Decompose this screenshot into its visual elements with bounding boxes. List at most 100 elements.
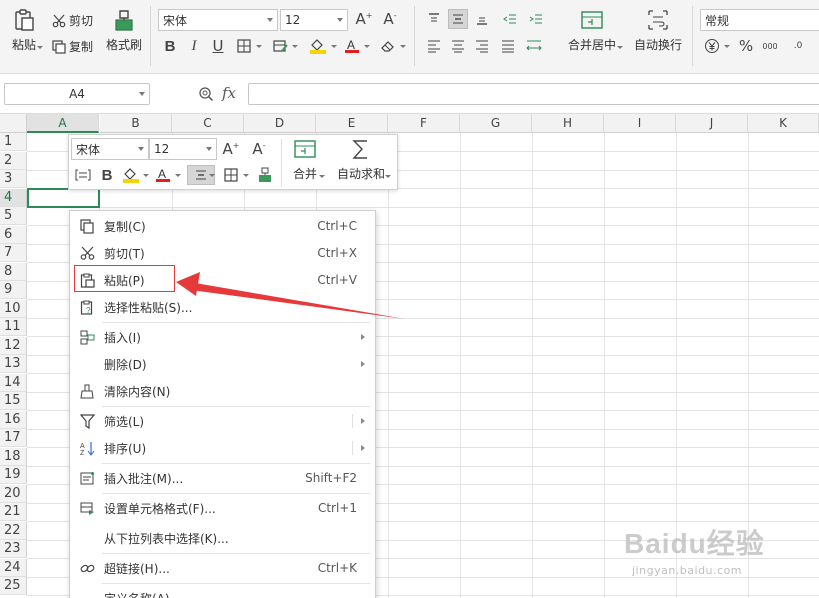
menu-item-sort[interactable]: AZ 排序(U) [70, 435, 375, 461]
menu-item-insert-comment[interactable]: 插入批注(M)... Shift+F2 [70, 465, 375, 491]
name-box[interactable]: A4 [4, 83, 150, 105]
align-middle-button[interactable] [448, 9, 468, 29]
mini-decrease-font-button[interactable]: A- [249, 139, 269, 159]
menu-item-cut[interactable]: 剪切(T) Ctrl+X [70, 240, 375, 266]
menu-item-format-cells[interactable]: 设置单元格格式(F)... Ctrl+1 [70, 495, 375, 521]
row-header-15[interactable]: 15 [0, 392, 27, 410]
mini-autosum-button[interactable]: 自动求和 [331, 129, 391, 182]
menu-item-delete[interactable]: 删除(D) [70, 351, 375, 377]
column-header-f[interactable]: F [388, 114, 460, 133]
mini-bold-button[interactable]: B [97, 165, 117, 185]
align-right-button[interactable] [472, 36, 492, 56]
cell-style-button[interactable] [270, 36, 290, 56]
formula-input[interactable] [248, 83, 819, 105]
row-header-20[interactable]: 20 [0, 484, 27, 503]
menu-item-hyperlink[interactable]: 超链接(H)... Ctrl+K [70, 555, 375, 581]
row-header-1[interactable]: 1 [0, 133, 27, 151]
mini-font-color-button[interactable]: A [153, 165, 173, 185]
column-header-h[interactable]: H [532, 114, 604, 133]
insert-function-button[interactable]: fx [222, 84, 236, 102]
decrease-indent-button[interactable] [500, 9, 520, 29]
menu-item-filter[interactable]: 筛选(L) [70, 408, 375, 434]
mini-format-button[interactable] [73, 165, 93, 185]
cut-button[interactable]: 剪切 [52, 12, 93, 29]
font-name-select[interactable]: 宋体 [158, 9, 278, 31]
menu-item-insert[interactable]: 插入(I) [70, 324, 375, 350]
merge-center-dropdown-arrow[interactable] [617, 46, 623, 49]
row-header-13[interactable]: 13 [0, 355, 27, 373]
font-color-dropdown-arrow[interactable] [364, 45, 370, 48]
menu-item-pick-from-list[interactable]: 从下拉列表中选择(K)... [70, 525, 375, 551]
distributed-align-button[interactable] [524, 36, 544, 56]
format-painter-button[interactable]: 格式刷 [104, 0, 144, 53]
merge-center-button[interactable]: 合并居中 [562, 0, 622, 53]
mini-fill-color-dropdown-arrow[interactable] [143, 174, 149, 177]
fill-color-button[interactable] [308, 36, 328, 56]
zoom-search-icon[interactable] [198, 86, 214, 102]
row-header-7[interactable]: 7 [0, 244, 27, 262]
number-format-select[interactable]: 常规 [700, 9, 819, 31]
column-header-a[interactable]: A [27, 114, 99, 133]
mini-borders-button[interactable] [221, 165, 241, 185]
paste-dropdown-arrow[interactable] [37, 46, 43, 49]
justify-button[interactable] [498, 36, 518, 56]
font-color-button[interactable]: A [342, 36, 362, 56]
column-header-j[interactable]: J [676, 114, 748, 133]
mini-fill-color-button[interactable] [121, 165, 141, 185]
selected-cell-a4[interactable] [27, 188, 100, 208]
mini-font-size-select[interactable]: 12 [149, 138, 217, 160]
wrap-text-button[interactable]: 自动换行 [630, 0, 686, 53]
increase-font-size-button[interactable]: A+ [354, 9, 374, 29]
row-header-22[interactable]: 22 [0, 521, 27, 540]
fill-color-dropdown-arrow[interactable] [331, 45, 337, 48]
mini-autosum-dropdown-arrow[interactable] [385, 175, 391, 178]
row-header-5[interactable]: 5 [0, 207, 27, 225]
align-bottom-button[interactable] [472, 9, 492, 29]
menu-item-define-name[interactable]: 定义名称(A)... [70, 585, 375, 598]
align-top-button[interactable] [424, 9, 444, 29]
row-header-10[interactable]: 10 [0, 299, 27, 318]
row-header-8[interactable]: 8 [0, 262, 27, 281]
percent-button[interactable]: % [736, 36, 756, 56]
row-header-11[interactable]: 11 [0, 318, 27, 336]
mini-borders-dropdown-arrow[interactable] [243, 174, 249, 177]
row-header-9[interactable]: 9 [0, 281, 27, 299]
row-header-17[interactable]: 17 [0, 429, 27, 447]
copy-button[interactable]: 复制 [52, 38, 93, 55]
column-header-i[interactable]: I [604, 114, 676, 133]
mini-format-painter-button[interactable] [255, 165, 275, 185]
row-header-2[interactable]: 2 [0, 151, 27, 170]
currency-dropdown-arrow[interactable] [724, 45, 730, 48]
select-all-corner[interactable] [0, 114, 27, 133]
underline-button[interactable]: U [208, 36, 228, 56]
column-header-g[interactable]: G [460, 114, 532, 133]
borders-dropdown-arrow[interactable] [256, 45, 262, 48]
row-header-19[interactable]: 19 [0, 466, 27, 484]
row-header-6[interactable]: 6 [0, 225, 27, 244]
decrease-decimal-button[interactable]: .0 [788, 36, 808, 56]
currency-format-button[interactable] [702, 36, 722, 56]
increase-indent-button[interactable] [526, 9, 546, 29]
menu-item-clear-contents[interactable]: 清除内容(N) [70, 378, 375, 404]
menu-item-paste-special[interactable]: ? 选择性粘贴(S)... [70, 294, 375, 320]
increase-decimal-button[interactable]: 000 [760, 36, 780, 56]
mini-align-dropdown-arrow[interactable] [209, 174, 215, 177]
column-header-k[interactable]: K [748, 114, 819, 133]
row-header-25[interactable]: 25 [0, 577, 27, 595]
column-header-b[interactable]: B [100, 114, 172, 133]
column-header-c[interactable]: C [172, 114, 244, 133]
row-header-3[interactable]: 3 [0, 170, 27, 188]
row-header-18[interactable]: 18 [0, 447, 27, 466]
row-header-12[interactable]: 12 [0, 336, 27, 355]
row-header-4[interactable]: 4 [0, 188, 27, 207]
mini-merge-dropdown-arrow[interactable] [319, 175, 325, 178]
row-header-21[interactable]: 21 [0, 503, 27, 521]
decrease-font-size-button[interactable]: A- [380, 9, 400, 29]
cell-style-dropdown-arrow[interactable] [292, 45, 298, 48]
clear-format-dropdown-arrow[interactable] [400, 45, 406, 48]
italic-button[interactable]: I [184, 36, 204, 56]
row-header-16[interactable]: 16 [0, 410, 27, 429]
row-header-23[interactable]: 23 [0, 540, 27, 558]
align-center-button[interactable] [448, 36, 468, 56]
bold-button[interactable]: B [160, 36, 180, 56]
